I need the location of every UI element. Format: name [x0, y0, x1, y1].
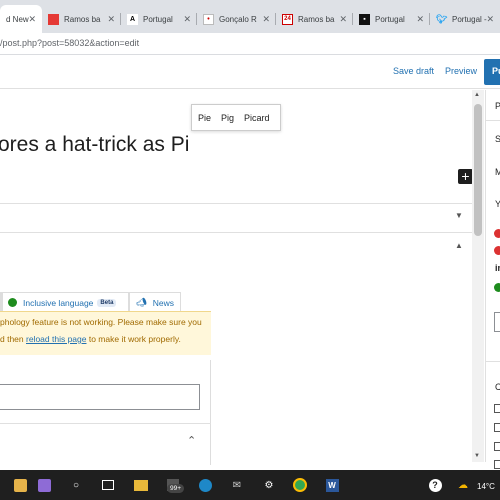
divider: [0, 232, 472, 233]
sidebar-input[interactable]: [494, 312, 500, 332]
popover-item-pie[interactable]: Pie: [198, 113, 211, 123]
sidebar-item-categories[interactable]: C: [495, 382, 500, 392]
smiley-icon: [8, 298, 17, 307]
close-tab-icon[interactable]: ✕: [339, 14, 347, 25]
sidebar-item-status[interactable]: S: [495, 134, 500, 144]
tab-label: Ramos ba: [298, 14, 335, 24]
chevron-down-icon[interactable]: ▼: [455, 211, 463, 220]
preview-button[interactable]: Preview: [445, 66, 477, 76]
close-tab-icon[interactable]: ✕: [416, 14, 424, 25]
green-status-icon: [494, 283, 500, 292]
tab-label: Portugal: [143, 14, 173, 24]
save-draft-button[interactable]: Save draft: [393, 66, 434, 76]
edge-icon[interactable]: [197, 477, 213, 493]
category-checkbox[interactable]: [494, 404, 500, 413]
chevron-up-icon[interactable]: ▲: [455, 241, 463, 250]
browser-tab-active[interactable]: d New ✕: [0, 5, 42, 33]
tab-news[interactable]: 📣︎ News: [129, 292, 181, 312]
file-explorer-icon[interactable]: [133, 477, 149, 493]
browser-tab[interactable]: • Gonçalo R ✕: [197, 5, 276, 33]
red-status-icon: [494, 229, 500, 238]
divider: [486, 361, 500, 362]
temperature-text: 14°C: [477, 482, 495, 491]
close-tab-icon[interactable]: ✕: [486, 14, 494, 25]
settings-gear-icon[interactable]: ⚙: [261, 477, 277, 493]
tab-label: Inclusive language: [23, 297, 94, 308]
sidebar-item-y[interactable]: Y: [495, 199, 500, 209]
scroll-down-arrow-icon[interactable]: ▼: [474, 453, 480, 459]
close-tab-icon[interactable]: ✕: [183, 14, 191, 25]
help-icon[interactable]: ?: [427, 477, 443, 493]
task-view-icon[interactable]: [100, 477, 116, 493]
scroll-up-arrow-icon[interactable]: ▲: [474, 92, 480, 98]
sidebar-item-in: in: [495, 263, 500, 273]
notice-text: phology feature is not working. Please m…: [0, 317, 202, 327]
popover-item-pig[interactable]: Pig: [221, 113, 234, 123]
tab-label: News: [152, 297, 175, 308]
tab-label: Gonçalo R: [219, 14, 257, 24]
chrome-icon[interactable]: [292, 477, 308, 493]
chevron-up-icon[interactable]: ⌃: [187, 434, 196, 447]
divider: [0, 423, 211, 424]
browser-tab[interactable]: A Portugal ✕: [121, 5, 197, 33]
beta-badge: Beta: [97, 298, 117, 307]
publish-button[interactable]: Pu: [484, 59, 500, 85]
red-square-icon: [48, 13, 59, 25]
notice-text-line2: d then reload this page to make it work …: [0, 334, 181, 344]
close-tab-icon[interactable]: ✕: [262, 14, 270, 25]
browser-tab[interactable]: Ramos ba ✕: [42, 5, 121, 33]
weather-icon: ☁: [458, 479, 468, 491]
search-icon[interactable]: ○: [68, 477, 84, 493]
mail-icon[interactable]: ✉: [229, 477, 245, 493]
popover-item-picard[interactable]: Picard: [244, 113, 270, 123]
category-checkbox[interactable]: [494, 442, 500, 451]
category-checkbox[interactable]: [494, 423, 500, 432]
category-checkbox[interactable]: [494, 460, 500, 469]
app-icon-paint[interactable]: [12, 477, 28, 493]
autocomplete-popover: Pie Pig Picard: [191, 104, 281, 131]
tab-label: d New: [6, 14, 29, 24]
word-icon[interactable]: W: [324, 477, 340, 493]
browser-tab[interactable]: ▪ Portugal ✕: [353, 5, 430, 33]
add-block-button[interactable]: +: [458, 169, 473, 184]
close-tab-icon[interactable]: ✕: [107, 14, 115, 25]
browser-tab[interactable]: 24 Ramos ba ✕: [276, 5, 353, 33]
calendar-24-icon: 24: [282, 13, 293, 25]
tab-inclusive-language[interactable]: Inclusive language Beta: [2, 292, 129, 312]
tab-label: Ramos ba: [64, 14, 101, 24]
notice-text: d then: [0, 334, 26, 344]
black-square-icon: ▪: [359, 13, 370, 25]
tab-label: Portugal -: [452, 14, 487, 24]
tab-label: Portugal: [375, 14, 405, 24]
notice-text: to make it work properly.: [86, 334, 181, 344]
page-icon: •: [203, 13, 214, 25]
divider: [486, 120, 500, 121]
a-logo-icon: A: [127, 13, 138, 25]
sidebar-item-m[interactable]: M: [495, 167, 500, 177]
url-text[interactable]: /post.php?post=58032&action=edit: [0, 38, 139, 48]
sidebar-tab-post[interactable]: P: [495, 101, 500, 111]
yoast-panel: [0, 360, 211, 465]
post-title[interactable]: ores a hat-trick as Pi: [0, 133, 189, 157]
red-status-icon: [494, 246, 500, 255]
divider: [0, 203, 472, 204]
twitter-icon: 🐦︎: [435, 13, 448, 24]
focus-keyphrase-input[interactable]: [0, 384, 200, 410]
reload-page-link[interactable]: reload this page: [26, 334, 87, 344]
scrollbar-thumb[interactable]: [474, 104, 482, 236]
megaphone-icon: 📣︎: [136, 297, 147, 307]
close-tab-icon[interactable]: ✕: [28, 14, 36, 25]
browser-tab[interactable]: 🐦︎ Portugal - ✕: [430, 5, 500, 33]
notification-badge: 99+: [167, 484, 185, 493]
app-icon-media[interactable]: [36, 477, 52, 493]
